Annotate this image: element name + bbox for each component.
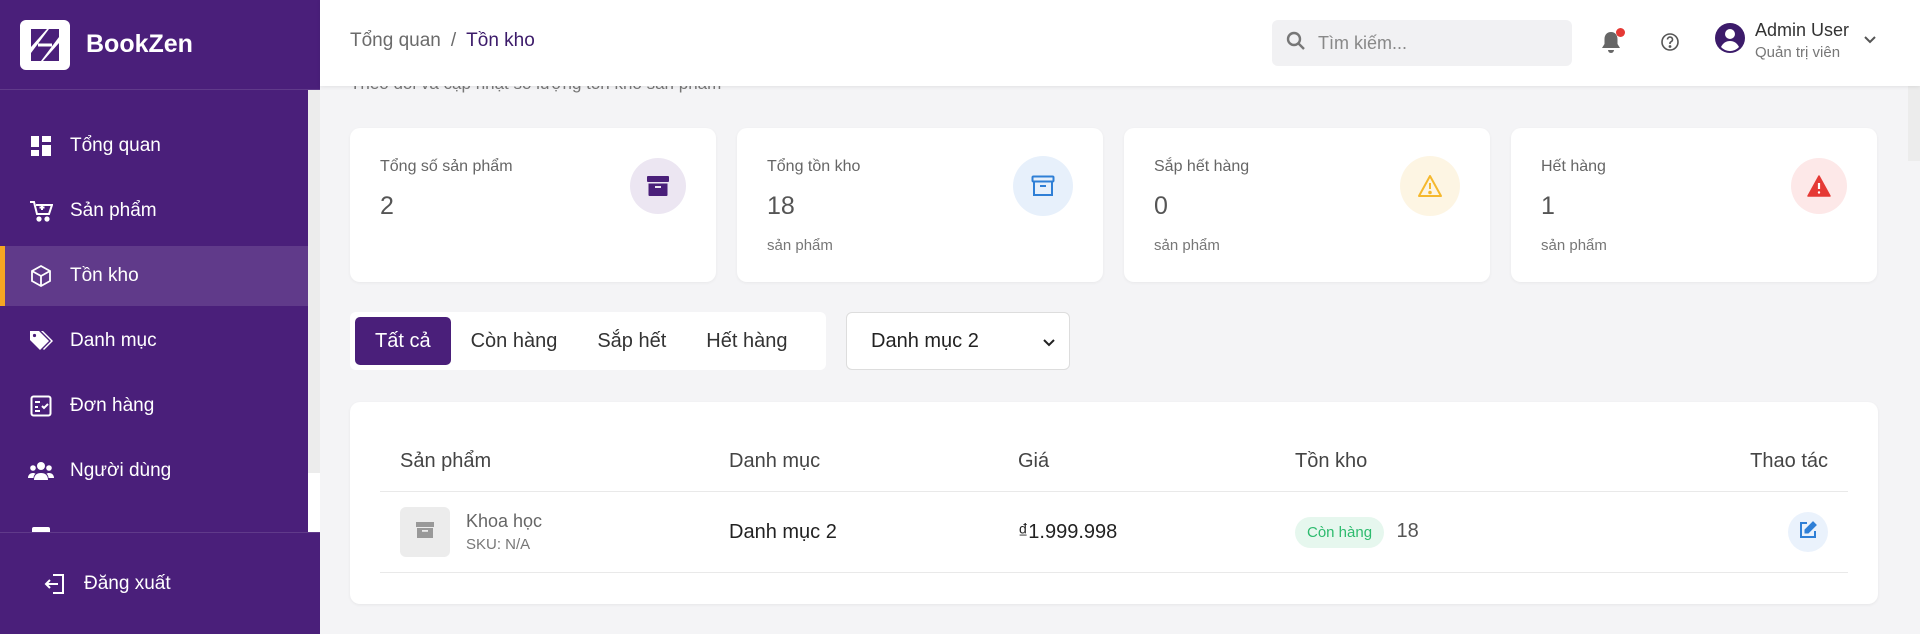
sidebar-item-partial[interactable] xyxy=(0,506,308,532)
stat-card-total-stock: Tổng tồn kho 18 sản phẩm xyxy=(737,128,1103,282)
tab-low-stock[interactable]: Sắp hết xyxy=(577,317,686,365)
sidebar-item-label: Tồn kho xyxy=(70,265,139,286)
stock-filter-tabs: Tất cả Còn hàng Sắp hết Hết hàng xyxy=(350,312,826,370)
column-header-price: Giá xyxy=(1018,450,1050,472)
sidebar-item-label: Đơn hàng xyxy=(70,395,155,416)
stat-unit: sản phẩm xyxy=(1541,237,1607,254)
sidebar-item-label: Người dùng xyxy=(70,460,172,481)
sidebar-item-ton-kho[interactable]: Tồn kho xyxy=(0,246,308,306)
breadcrumb: Tổng quan / Tồn kho xyxy=(350,30,535,52)
settings-icon xyxy=(28,523,54,532)
search-icon xyxy=(1286,31,1306,56)
sidebar-scrollbar-thumb[interactable] xyxy=(308,473,320,532)
user-name: Admin User xyxy=(1755,20,1850,40)
help-icon xyxy=(1660,33,1680,56)
user-role: Quản trị viên xyxy=(1755,44,1841,61)
warning-icon xyxy=(1400,156,1460,216)
tab-in-stock[interactable]: Còn hàng xyxy=(451,317,578,365)
stock-quantity: 18 xyxy=(1396,519,1419,542)
column-header-product: Sản phẩm xyxy=(400,450,492,472)
stock-cell: Còn hàng 18 xyxy=(1295,516,1645,548)
stat-card-total-products: Tổng số sản phẩm 2 xyxy=(350,128,716,282)
alert-icon xyxy=(1791,158,1847,214)
breadcrumb-current: Tồn kho xyxy=(466,30,535,51)
users-icon xyxy=(28,458,54,484)
sidebar-nav: Tổng quan Sản phẩm Tồn kho Danh mục Đơn … xyxy=(0,90,308,532)
search-input[interactable] xyxy=(1318,32,1558,54)
price-cell: ₫1.999.998 xyxy=(1018,520,1118,543)
product-sku: SKU: N/A xyxy=(466,536,531,553)
table-header-row: Sản phẩm Danh mục Giá Tồn kho Thao tác xyxy=(380,432,1848,492)
stat-card-low-stock: Sắp hết hàng 0 sản phẩm xyxy=(1124,128,1490,282)
sidebar-item-danh-muc[interactable]: Danh mục xyxy=(0,311,308,371)
user-menu[interactable]: Admin User Quản trị viên xyxy=(1715,20,1877,61)
stat-unit: sản phẩm xyxy=(767,237,833,254)
bell-icon xyxy=(1600,32,1622,58)
archive-icon xyxy=(415,521,435,544)
cart-icon xyxy=(28,198,54,224)
help-button[interactable] xyxy=(1660,32,1680,57)
stat-card-out-of-stock: Hết hàng 1 sản phẩm xyxy=(1511,128,1877,282)
sidebar-item-label: Tổng quan xyxy=(70,135,161,156)
category-cell: Danh mục 2 xyxy=(729,520,837,543)
checklist-icon xyxy=(28,393,54,419)
archive-icon xyxy=(630,158,686,214)
category-select[interactable]: Danh mục 2 xyxy=(846,312,1070,370)
avatar-icon xyxy=(1715,23,1745,58)
brand[interactable]: BookZen xyxy=(0,0,320,90)
logout-button[interactable]: Đăng xuất xyxy=(0,532,320,634)
product-cell: Khoa học SKU: N/A xyxy=(380,507,729,557)
sidebar-item-san-pham[interactable]: Sản phẩm xyxy=(0,181,308,241)
logout-icon xyxy=(44,573,66,595)
breadcrumb-parent[interactable]: Tổng quan xyxy=(350,30,441,52)
stat-unit: sản phẩm xyxy=(1154,237,1220,254)
chevron-down-icon xyxy=(1863,32,1877,50)
logo-icon xyxy=(20,19,70,70)
edit-icon xyxy=(1799,520,1817,544)
sidebar-item-label: Danh mục xyxy=(70,330,157,351)
notification-button[interactable] xyxy=(1600,28,1626,58)
product-name: Khoa học xyxy=(466,511,543,531)
tab-all[interactable]: Tất cả xyxy=(355,317,451,365)
search-box[interactable] xyxy=(1272,20,1572,66)
column-header-stock: Tồn kho xyxy=(1295,450,1368,472)
sidebar: BookZen Tổng quan Sản phẩm Tồn kho Danh … xyxy=(0,0,320,634)
tab-out-of-stock[interactable]: Hết hàng xyxy=(686,317,807,365)
column-header-actions: Thao tác xyxy=(1750,450,1828,472)
category-select-value: Danh mục 2 xyxy=(871,329,979,352)
brand-name: BookZen xyxy=(86,30,193,58)
actions-cell xyxy=(1645,512,1848,552)
top-header: Tổng quan / Tồn kho Admin User Quản trị … xyxy=(320,0,1920,86)
logout-label: Đăng xuất xyxy=(84,572,171,594)
sidebar-item-tong-quan[interactable]: Tổng quan xyxy=(0,116,308,176)
content-scrollbar[interactable] xyxy=(1908,86,1920,161)
user-info: Admin User Quản trị viên xyxy=(1755,20,1849,61)
dashboard-icon xyxy=(28,133,54,159)
table-row: Khoa học SKU: N/A Danh mục 2 ₫1.999.998 … xyxy=(380,492,1848,573)
edit-button[interactable] xyxy=(1788,512,1828,552)
sidebar-item-label: Sản phẩm xyxy=(70,200,157,221)
chevron-down-icon xyxy=(1043,330,1055,353)
tags-icon xyxy=(28,328,54,354)
main-content: Theo dõi và cập nhật số lượng tồn kho sả… xyxy=(320,74,1920,634)
sidebar-item-nguoi-dung[interactable]: Người dùng xyxy=(0,441,308,501)
box-icon xyxy=(28,263,54,289)
breadcrumb-separator: / xyxy=(450,30,457,51)
sidebar-item-don-hang[interactable]: Đơn hàng xyxy=(0,376,308,436)
status-badge: Còn hàng xyxy=(1295,516,1385,548)
archive-outline-icon xyxy=(1013,156,1073,216)
sidebar-scrollbar[interactable] xyxy=(308,90,320,532)
column-header-category: Danh mục xyxy=(729,450,821,472)
notification-dot xyxy=(1616,28,1625,37)
inventory-table: Sản phẩm Danh mục Giá Tồn kho Thao tác K… xyxy=(350,402,1878,604)
product-thumbnail xyxy=(400,507,450,557)
